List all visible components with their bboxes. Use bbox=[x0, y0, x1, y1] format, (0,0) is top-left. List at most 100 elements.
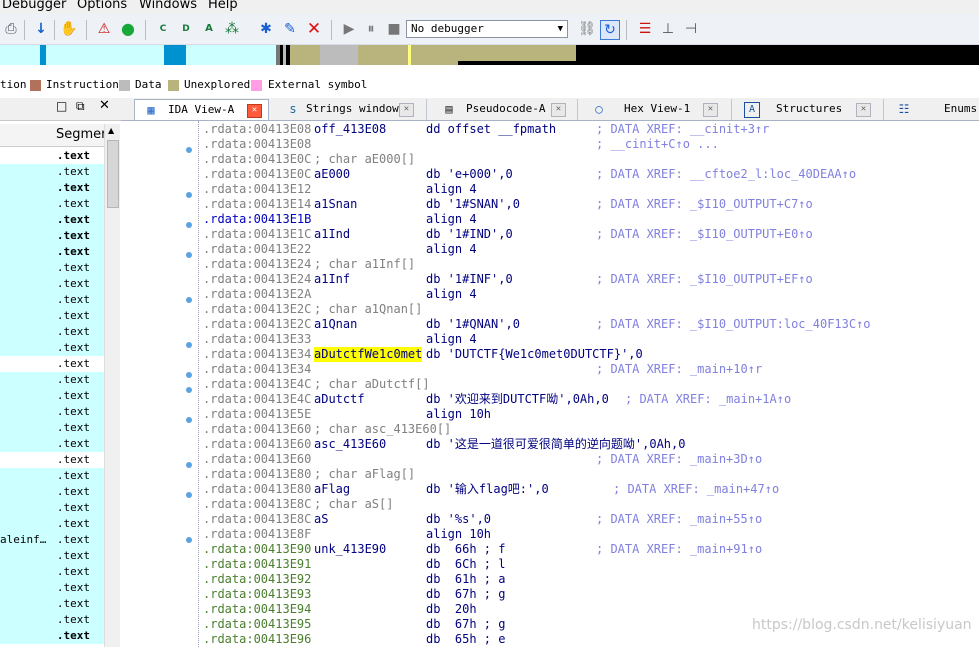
symbol-name[interactable]: a1Ind bbox=[314, 227, 350, 242]
function-row[interactable]: .text bbox=[0, 148, 104, 164]
disasm-line[interactable]: .rdata:00413E24 a1Inf db '1#INF',0 ; DATA X… bbox=[203, 272, 813, 287]
functions-scrollbar[interactable]: ▲ bbox=[104, 124, 120, 647]
xref-comment[interactable]: ; DATA XREF: _main+55↑o bbox=[596, 512, 762, 527]
warning-triangle-icon[interactable]: ⚠ bbox=[95, 20, 113, 38]
hand-lock-icon[interactable]: ✋ bbox=[60, 20, 78, 38]
function-row[interactable]: .text bbox=[0, 564, 104, 580]
symbol-name[interactable]: aE000 bbox=[314, 167, 350, 182]
function-row[interactable]: .text bbox=[0, 372, 104, 388]
function-row[interactable]: .text bbox=[0, 180, 104, 196]
xref-icon[interactable]: ⁂ bbox=[223, 20, 241, 38]
menu-debugger[interactable]: Debugger bbox=[2, 0, 66, 12]
rename-icon[interactable]: ✎ bbox=[281, 20, 299, 38]
disasm-line[interactable]: .rdata:00413E24; char a1Inf[] bbox=[203, 257, 415, 272]
function-row[interactable]: .text bbox=[0, 260, 104, 276]
disasm-line[interactable]: .rdata:00413E08 ; __cinit+C↑o ... bbox=[203, 137, 719, 152]
xref-comment[interactable]: ; DATA XREF: _$I10_OUTPUT+E0↑o bbox=[596, 227, 813, 242]
symbol-name[interactable]: asc_413E60 bbox=[314, 437, 386, 452]
debugger-select[interactable]: No debugger ▼ bbox=[406, 20, 568, 38]
function-row[interactable]: .text bbox=[0, 500, 104, 516]
maximize-icon[interactable]: □ bbox=[56, 99, 67, 113]
symbol-name[interactable]: a1Inf bbox=[314, 272, 350, 287]
function-row[interactable]: .text bbox=[0, 596, 104, 612]
function-row[interactable]: .text bbox=[0, 292, 104, 308]
close-icon[interactable]: ✕ bbox=[247, 104, 262, 118]
disasm-line[interactable]: .rdata:00413E80; char aFlag[] bbox=[203, 467, 415, 482]
function-row[interactable]: .text bbox=[0, 548, 104, 564]
function-row[interactable]: .text bbox=[0, 468, 104, 484]
function-row[interactable]: .text bbox=[0, 356, 104, 372]
disasm-line[interactable]: .rdata:00413E33 align 4 bbox=[203, 332, 477, 347]
xref-comment[interactable]: ; DATA XREF: __cinit+3↑r bbox=[596, 122, 769, 137]
disasm-line[interactable]: .rdata:00413E93 db 67h ; g bbox=[203, 587, 505, 602]
segment-column-header[interactable]: Segmer bbox=[0, 124, 107, 147]
close-icon[interactable]: ✕ bbox=[399, 103, 414, 117]
close-icon[interactable]: ✕ bbox=[856, 103, 871, 117]
disasm-line[interactable]: .rdata:00413E4C aDutctf db '欢迎来到DUTCTF呦',0… bbox=[203, 392, 791, 407]
attach-icon[interactable]: ⛓ bbox=[578, 20, 596, 38]
function-row[interactable]: .text bbox=[0, 308, 104, 324]
function-row[interactable]: .text bbox=[0, 228, 104, 244]
tab-pseudocode-a[interactable]: ▤ Pseudocode-A ✕ bbox=[427, 99, 578, 120]
function-row[interactable]: .text bbox=[0, 340, 104, 356]
symbol-name[interactable]: a1Qnan bbox=[314, 317, 357, 332]
disasm-line[interactable]: .rdata:00413E4C; char aDutctf[] bbox=[203, 377, 430, 392]
disasm-line[interactable]: .rdata:00413E2C a1Qnan db '1#QNAN',0 ; DATA… bbox=[203, 317, 871, 332]
trace-icon[interactable]: ⊥ bbox=[659, 20, 677, 38]
xref-comment[interactable]: ; __cinit+C↑o ... bbox=[596, 137, 719, 152]
disasm-line[interactable]: .rdata:00413E90 unk_413E90 db 66h ; f ; DAT… bbox=[203, 542, 762, 557]
symbol-name[interactable]: a1Snan bbox=[314, 197, 357, 212]
disasm-line[interactable]: .rdata:00413E14 a1Snan db '1#SNAN',0 ; DATA… bbox=[203, 197, 813, 212]
xref-comment[interactable]: ; DATA XREF: _main+91↑o bbox=[596, 542, 762, 557]
stop-icon[interactable]: ■ bbox=[385, 20, 403, 38]
disasm-line[interactable]: .rdata:00413E1C a1Ind db '1#IND',0 ; DATA X… bbox=[203, 227, 813, 242]
pin-icon[interactable]: ⊣ bbox=[682, 20, 700, 38]
menu-help[interactable]: Help bbox=[208, 0, 238, 12]
tab-hex-view-1[interactable]: ◯ Hex View-1 ✕ bbox=[578, 99, 732, 120]
print-icon[interactable]: ⎙ bbox=[2, 20, 20, 38]
disasm-line[interactable]: .rdata:00413E95 db 67h ; g bbox=[203, 617, 505, 632]
function-row[interactable]: .text bbox=[0, 580, 104, 596]
disasm-line[interactable]: .rdata:00413E96 db 65h ; e bbox=[203, 632, 505, 647]
string-icon[interactable]: A bbox=[200, 20, 218, 38]
disasm-line[interactable]: .rdata:00413E08 off_413E08 dd offset __fpm… bbox=[203, 122, 769, 137]
disasm-line[interactable]: .rdata:00413E60 ; DATA XREF: _main+3D↑o bbox=[203, 452, 762, 467]
tab-structures[interactable]: A Structures ✕ bbox=[732, 99, 884, 120]
symbol-name[interactable]: aS bbox=[314, 512, 328, 527]
function-row[interactable]: .text bbox=[0, 420, 104, 436]
xref-comment[interactable]: ; DATA XREF: _main+1A↑o bbox=[625, 392, 791, 407]
function-row[interactable]: .text bbox=[0, 212, 104, 228]
disasm-line[interactable]: .rdata:00413E0C aE000 db 'e+000',0 ; DATA X… bbox=[203, 167, 856, 182]
restore-icon[interactable]: ⧉ bbox=[76, 99, 85, 114]
disasm-line[interactable]: .rdata:00413E0C; char aE000[] bbox=[203, 152, 415, 167]
disasm-line[interactable]: .rdata:00413E5E align 10h bbox=[203, 407, 491, 422]
function-row[interactable]: .text bbox=[0, 452, 104, 468]
function-row[interactable]: .text bbox=[0, 612, 104, 628]
disasm-line[interactable]: .rdata:00413E92 db 61h ; a bbox=[203, 572, 505, 587]
disasm-line[interactable]: .rdata:00413E12 align 4 bbox=[203, 182, 477, 197]
xref-comment[interactable]: ; DATA XREF: _$I10_OUTPUT+C7↑o bbox=[596, 197, 813, 212]
disasm-line[interactable]: .rdata:00413E94 db 20h bbox=[203, 602, 477, 617]
function-row[interactable]: .text bbox=[0, 404, 104, 420]
function-row[interactable]: .text bbox=[0, 516, 104, 532]
function-row[interactable]: .text bbox=[0, 244, 104, 260]
xref-comment[interactable]: ; DATA XREF: __cftoe2_l:loc_40DEAA↑o bbox=[596, 167, 856, 182]
menu-windows[interactable]: Windows bbox=[139, 0, 197, 12]
green-circle-icon[interactable]: ● bbox=[119, 20, 137, 38]
disasm-line[interactable]: .rdata:00413E34 aDutctfWe1c0met db 'DUTCTF… bbox=[203, 347, 643, 362]
function-row[interactable]: aleinf… .text bbox=[0, 532, 104, 548]
disasm-line[interactable]: .rdata:00413E22 align 4 bbox=[203, 242, 477, 257]
close-icon[interactable]: ✕ bbox=[99, 98, 110, 113]
xref-comment[interactable]: ; DATA XREF: _$I10_OUTPUT:loc_40F13C↑o bbox=[596, 317, 871, 332]
play-icon[interactable]: ▶ bbox=[340, 20, 358, 38]
disassembly-view[interactable]: .rdata:00413E08 off_413E08 dd offset __fpm… bbox=[121, 121, 979, 647]
function-row[interactable]: .text bbox=[0, 484, 104, 500]
disasm-line[interactable]: .rdata:00413E91 db 6Ch ; l bbox=[203, 557, 505, 572]
symbol-name[interactable]: off_413E08 bbox=[314, 122, 386, 137]
function-row[interactable]: .text bbox=[0, 164, 104, 180]
star-icon[interactable]: ✱ bbox=[257, 20, 275, 38]
navigation-band[interactable] bbox=[0, 45, 979, 65]
symbol-name[interactable]: aDutctfWe1c0met bbox=[314, 347, 423, 362]
tab-ida-view-a[interactable]: ▦ IDA View-A ✕ bbox=[134, 99, 269, 120]
xref-comment[interactable]: ; DATA XREF: _main+47↑o bbox=[613, 482, 779, 497]
